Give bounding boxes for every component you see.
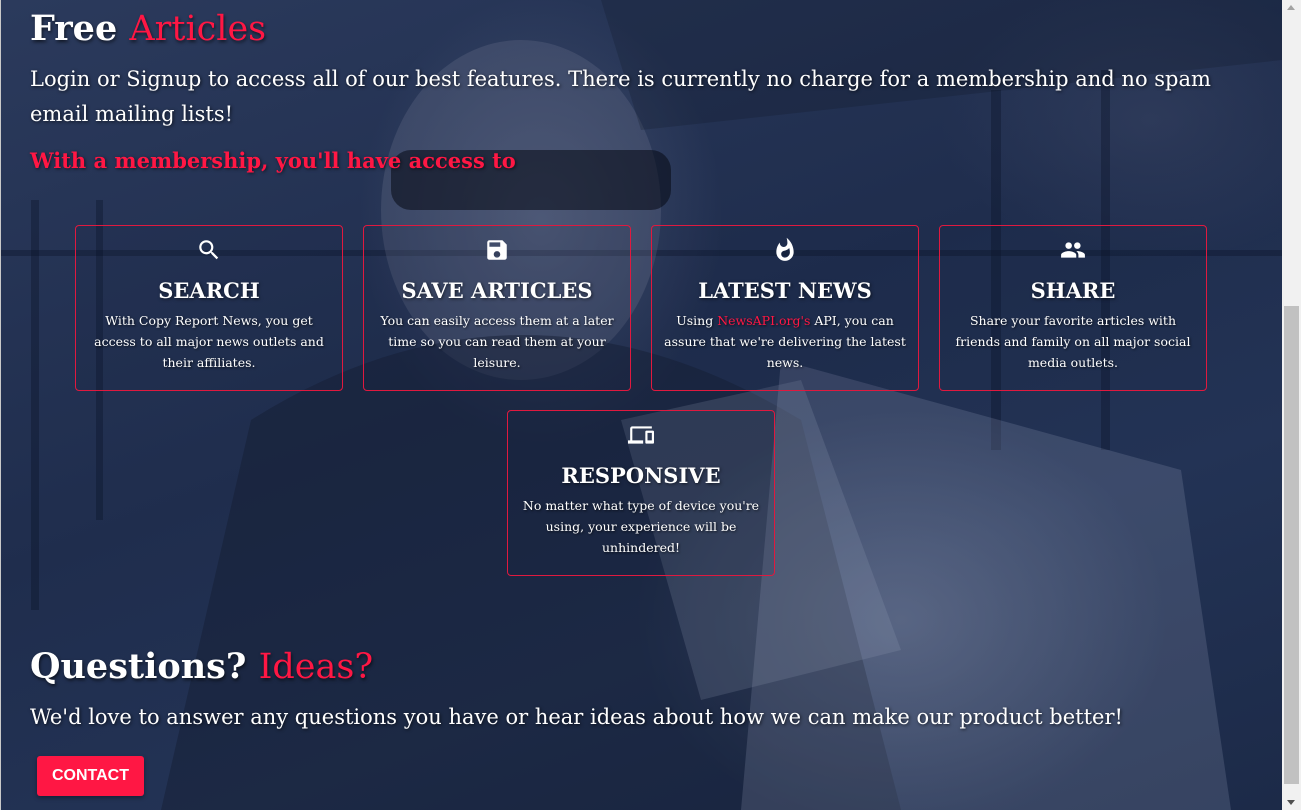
contact-heading: Questions? Ideas?: [30, 646, 373, 687]
search-icon: [76, 237, 342, 263]
feature-card-description: No matter what type of device you're usi…: [522, 498, 760, 555]
heading-accent-word: Ideas?: [258, 647, 374, 687]
description-text: Using: [676, 313, 718, 328]
feature-card-latest-news: LATEST NEWS Using NewsAPI.org's API, you…: [651, 225, 919, 391]
scroll-down-arrow-icon[interactable]: [1287, 800, 1295, 805]
main-content: Free Articles Login or Signup to access …: [1, 0, 1282, 810]
feature-card-title: SEARCH: [158, 278, 260, 303]
features-subheading: With a membership, you'll have access to: [30, 148, 516, 173]
fire-icon: [652, 237, 918, 263]
feature-card-title: LATEST NEWS: [698, 278, 872, 303]
features-heading: Free Articles: [30, 8, 266, 49]
contact-text: We'd love to answer any questions you ha…: [30, 705, 1123, 729]
feature-card-description: With Copy Report News, you get access to…: [94, 313, 324, 370]
feature-card-description: You can easily access them at a later ti…: [380, 313, 614, 370]
heading-word: Questions?: [30, 646, 247, 687]
feature-card-description: Using NewsAPI.org's API, you can assure …: [664, 310, 906, 373]
heading-accent-word: Articles: [129, 9, 267, 49]
feature-card-share: SHARE Share your favorite articles with …: [939, 225, 1207, 391]
feature-card-title: SAVE ARTICLES: [401, 278, 593, 303]
contact-button[interactable]: CONTACT: [37, 756, 144, 796]
feature-card-title: SHARE: [1030, 278, 1116, 303]
hero-background: Free Articles Login or Signup to access …: [1, 0, 1282, 810]
feature-card-responsive: RESPONSIVE No matter what type of device…: [507, 410, 775, 576]
features-intro: Login or Signup to access all of our bes…: [30, 67, 1211, 126]
save-icon: [364, 237, 630, 263]
people-icon: [940, 237, 1206, 263]
heading-word: Free: [30, 8, 118, 49]
feature-card-title: RESPONSIVE: [561, 463, 721, 488]
feature-card-description: Share your favorite articles with friend…: [955, 313, 1191, 370]
scrollbar-thumb[interactable]: [1284, 306, 1299, 784]
feature-card-save-articles: SAVE ARTICLES You can easily access them…: [363, 225, 631, 391]
scroll-up-arrow-icon[interactable]: [1287, 5, 1295, 10]
newsapi-link[interactable]: NewsAPI.org's: [717, 313, 810, 328]
page-scrollbar[interactable]: [1282, 0, 1301, 810]
devices-icon: [508, 422, 774, 448]
feature-card-search: SEARCH With Copy Report News, you get ac…: [75, 225, 343, 391]
